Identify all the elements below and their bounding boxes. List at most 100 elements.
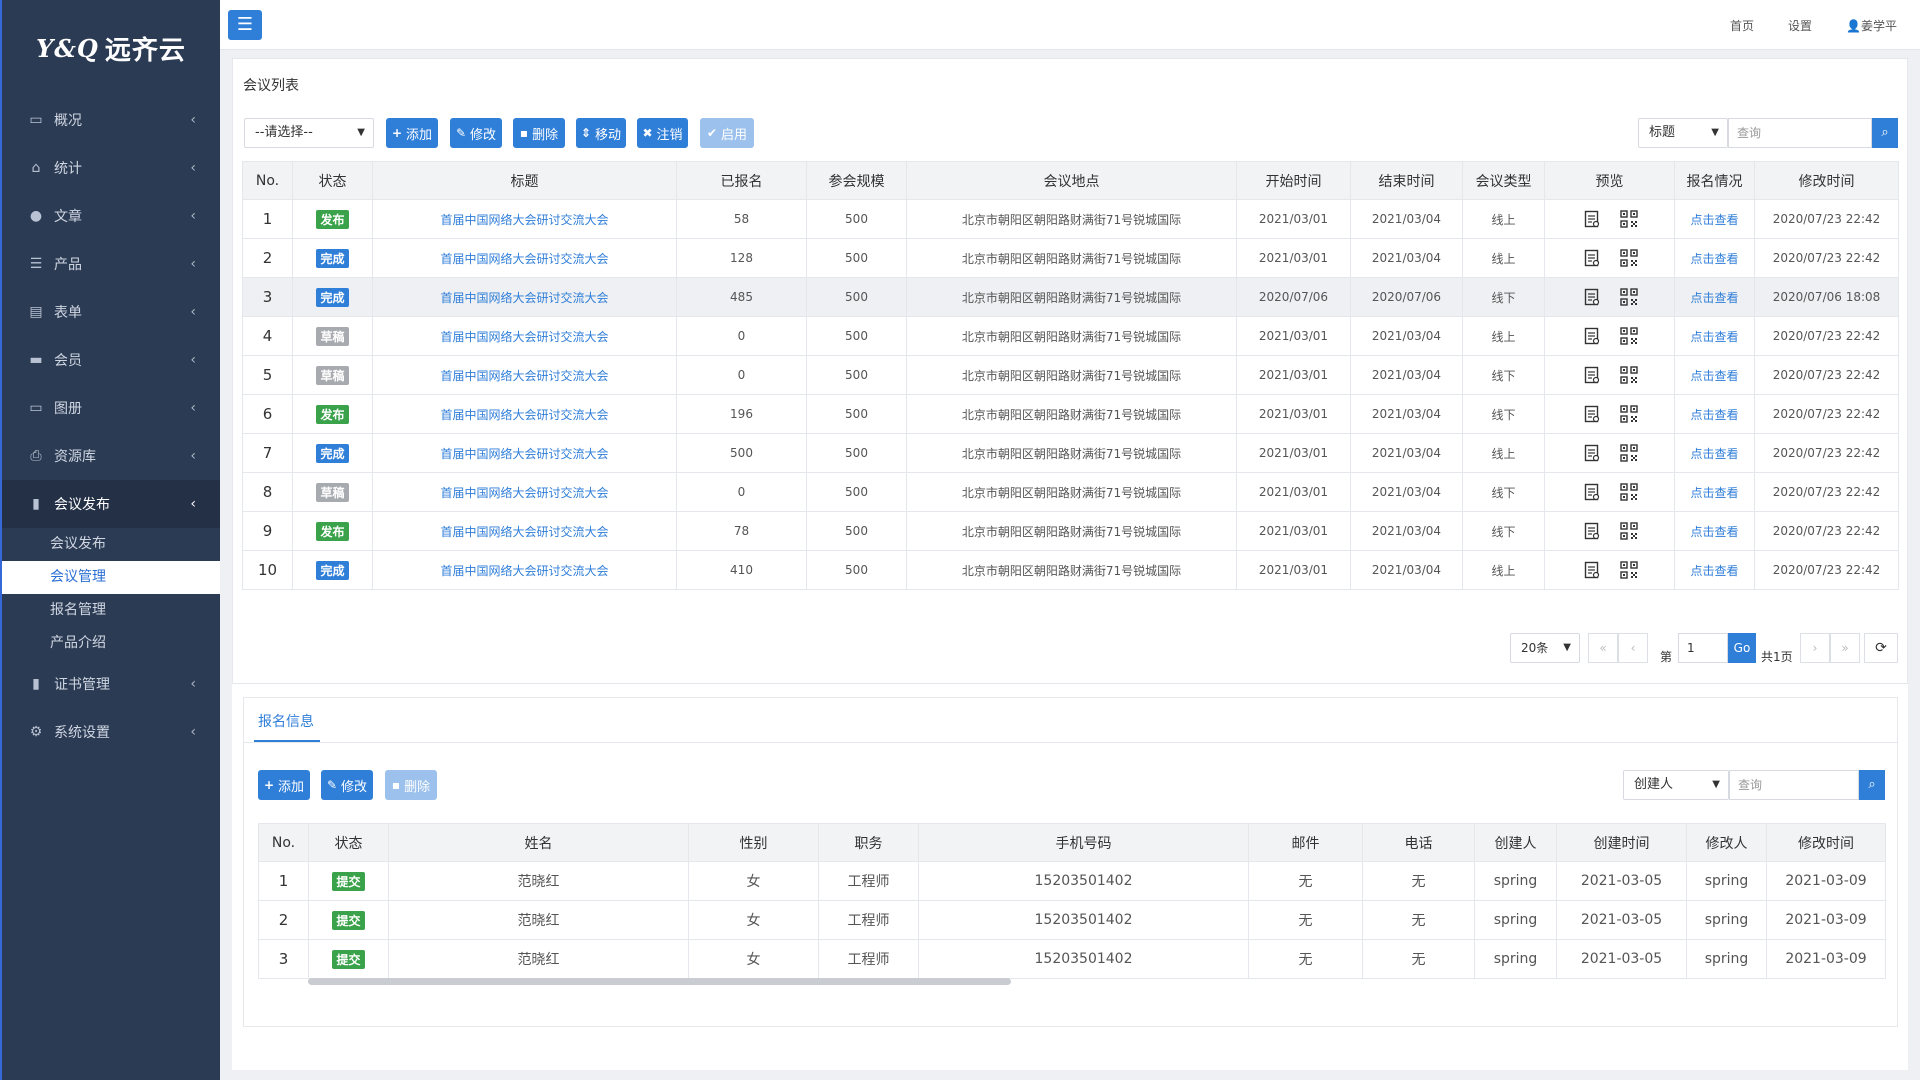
table-row[interactable]: 10 完成 首届中国网络大会研讨交流大会 410 500 北京市朝阳区朝阳路财满街71号锐… [242,550,1899,590]
sidebar-subitem-1[interactable]: 会议管理 [2,561,220,594]
table-row[interactable]: 3 完成 首届中国网络大会研讨交流大会 485 500 北京市朝阳区朝阳路财满街71号锐城… [242,277,1899,317]
table-row[interactable]: 9 发布 首届中国网络大会研讨交流大会 78 500 北京市朝阳区朝阳路财满街71号锐城国… [242,511,1899,551]
signup-delete-button[interactable]: ▪ 删除 [385,770,437,800]
table-row[interactable]: 1 提交 范晓红女工程师 15203501402 无无 spring 2021-03-05 s… [258,861,1886,901]
view-signups-link[interactable]: 点击查看 [1690,525,1738,539]
add-button[interactable]: + 添加 [386,118,438,148]
row-number: 1 [258,861,309,901]
next-page-button[interactable]: › [1800,633,1830,663]
signup-search-input[interactable]: 查询 [1729,770,1859,800]
view-signups-link[interactable]: 点击查看 [1690,291,1738,305]
table-row[interactable]: 2 完成 首届中国网络大会研讨交流大会 128 500 北京市朝阳区朝阳路财满街71号锐城… [242,238,1899,278]
page-input[interactable]: 1 [1678,633,1728,663]
meeting-title-link[interactable]: 首届中国网络大会研讨交流大会 [440,369,608,383]
view-signups-link[interactable]: 点击查看 [1690,330,1738,344]
view-signups-link[interactable]: 点击查看 [1690,486,1738,500]
view-signups-link[interactable]: 点击查看 [1690,369,1738,383]
document-preview-icon[interactable] [1584,405,1600,423]
meeting-title-link[interactable]: 首届中国网络大会研讨交流大会 [440,525,608,539]
user-menu[interactable]: 👤姜学平 [1846,17,1897,34]
settings-link[interactable]: 设置 [1788,17,1812,34]
meeting-title-link[interactable]: 首届中国网络大会研讨交流大会 [440,408,608,422]
table-row[interactable]: 3 提交 范晓红女工程师 15203501402 无无 spring 2021-03-05 s… [258,939,1886,979]
document-preview-icon[interactable] [1584,483,1600,501]
start-date: 2021/03/01 [1236,433,1351,473]
view-signups-link[interactable]: 点击查看 [1690,408,1738,422]
qr-code-icon[interactable] [1619,405,1638,423]
meeting-title-link[interactable]: 首届中国网络大会研讨交流大会 [440,213,608,227]
signup-add-button[interactable]: + 添加 [258,770,310,800]
table-row[interactable]: 5 草稿 首届中国网络大会研讨交流大会 0 500 北京市朝阳区朝阳路财满街71号锐城国际… [242,355,1899,395]
meeting-title-link[interactable]: 首届中国网络大会研讨交流大会 [440,330,608,344]
delete-button[interactable]: ▪ 删除 [513,118,565,148]
document-preview-icon[interactable] [1584,288,1600,306]
qr-code-icon[interactable] [1619,288,1638,306]
sidebar-item-5[interactable]: ▬ 会员 ‹ [2,336,220,384]
signup-search-field-select[interactable]: 创建人 ▼ [1623,770,1729,800]
refresh-button[interactable]: ⟳ [1864,633,1898,663]
last-page-button[interactable]: » [1830,633,1860,663]
sidebar-item-6[interactable]: ▭ 图册 ‹ [2,384,220,432]
search-button[interactable]: ⌕ [1872,118,1898,148]
first-page-button[interactable]: « [1588,633,1618,663]
sidebar-item-after-1[interactable]: ⚙ 系统设置 ‹ [2,708,220,756]
search-input[interactable]: 查询 [1728,118,1872,148]
horizontal-scrollbar[interactable] [308,978,1011,985]
sidebar-item-2[interactable]: ● 文章 ‹ [2,192,220,240]
document-preview-icon[interactable] [1584,522,1600,540]
document-preview-icon[interactable] [1584,249,1600,267]
meeting-title-link[interactable]: 首届中国网络大会研讨交流大会 [440,291,608,305]
qr-code-icon[interactable] [1619,249,1638,267]
search-field-select[interactable]: 标题 ▼ [1638,118,1728,148]
document-preview-icon[interactable] [1584,444,1600,462]
move-button[interactable]: ⇕ 移动 [576,118,626,148]
category-select[interactable]: --请选择-- ▼ [244,118,374,148]
table-row[interactable]: 6 发布 首届中国网络大会研讨交流大会 196 500 北京市朝阳区朝阳路财满街71号锐城… [242,394,1899,434]
table-row[interactable]: 7 完成 首届中国网络大会研讨交流大会 500 500 北京市朝阳区朝阳路财满街71号锐城… [242,433,1899,473]
menu-toggle-button[interactable]: ☰ [228,10,262,40]
enable-button[interactable]: ✔ 启用 [700,118,754,148]
qr-code-icon[interactable] [1619,327,1638,345]
table-row[interactable]: 2 提交 范晓红女工程师 15203501402 无无 spring 2021-03-05 s… [258,900,1886,940]
tab-signup-info[interactable]: 报名信息 [258,711,314,731]
meeting-title-link[interactable]: 首届中国网络大会研讨交流大会 [440,252,608,266]
qr-code-icon[interactable] [1619,366,1638,384]
page-size-select[interactable]: 20条 ▼ [1510,633,1580,663]
qr-code-icon[interactable] [1619,483,1638,501]
qr-code-icon[interactable] [1619,210,1638,228]
qr-code-icon[interactable] [1619,561,1638,579]
sidebar-item-8[interactable]: ▮ 会议发布 ‹ [2,480,220,528]
sidebar-item-3[interactable]: ☰ 产品 ‹ [2,240,220,288]
sidebar-subitem-0[interactable]: 会议发布 [2,528,220,561]
cancel-button[interactable]: ✖ 注销 [637,118,688,148]
edit-button[interactable]: ✎ 修改 [450,118,502,148]
sidebar-item-4[interactable]: ▤ 表单 ‹ [2,288,220,336]
sidebar-subitem-3[interactable]: 产品介绍 [2,627,220,660]
qr-code-icon[interactable] [1619,522,1638,540]
sidebar-subitem-2[interactable]: 报名管理 [2,594,220,627]
meeting-title-link[interactable]: 首届中国网络大会研讨交流大会 [440,486,608,500]
qr-code-icon[interactable] [1619,444,1638,462]
go-button[interactable]: Go [1728,633,1756,663]
table-row[interactable]: 4 草稿 首届中国网络大会研讨交流大会 0 500 北京市朝阳区朝阳路财满街71号锐城国际… [242,316,1899,356]
view-signups-link[interactable]: 点击查看 [1690,252,1738,266]
view-signups-link[interactable]: 点击查看 [1690,564,1738,578]
document-preview-icon[interactable] [1584,327,1600,345]
meeting-title-link[interactable]: 首届中国网络大会研讨交流大会 [440,564,608,578]
table-row[interactable]: 8 草稿 首届中国网络大会研讨交流大会 0 500 北京市朝阳区朝阳路财满街71号锐城国际… [242,472,1899,512]
signup-edit-button[interactable]: ✎ 修改 [321,770,373,800]
sidebar-item-0[interactable]: ▭ 概况 ‹ [2,96,220,144]
view-signups-link[interactable]: 点击查看 [1690,447,1738,461]
home-link[interactable]: 首页 [1730,17,1754,34]
sidebar-item-7[interactable]: ⎙ 资源库 ‹ [2,432,220,480]
meeting-title-link[interactable]: 首届中国网络大会研讨交流大会 [440,447,608,461]
signup-search-button[interactable]: ⌕ [1859,770,1885,800]
document-preview-icon[interactable] [1584,210,1600,228]
document-preview-icon[interactable] [1584,561,1600,579]
table-row[interactable]: 1 发布 首届中国网络大会研讨交流大会 58 500 北京市朝阳区朝阳路财满街71号锐城国… [242,199,1899,239]
document-preview-icon[interactable] [1584,366,1600,384]
view-signups-link[interactable]: 点击查看 [1690,213,1738,227]
sidebar-item-1[interactable]: ⌂ 统计 ‹ [2,144,220,192]
prev-page-button[interactable]: ‹ [1618,633,1648,663]
sidebar-item-after-0[interactable]: ▮ 证书管理 ‹ [2,660,220,708]
